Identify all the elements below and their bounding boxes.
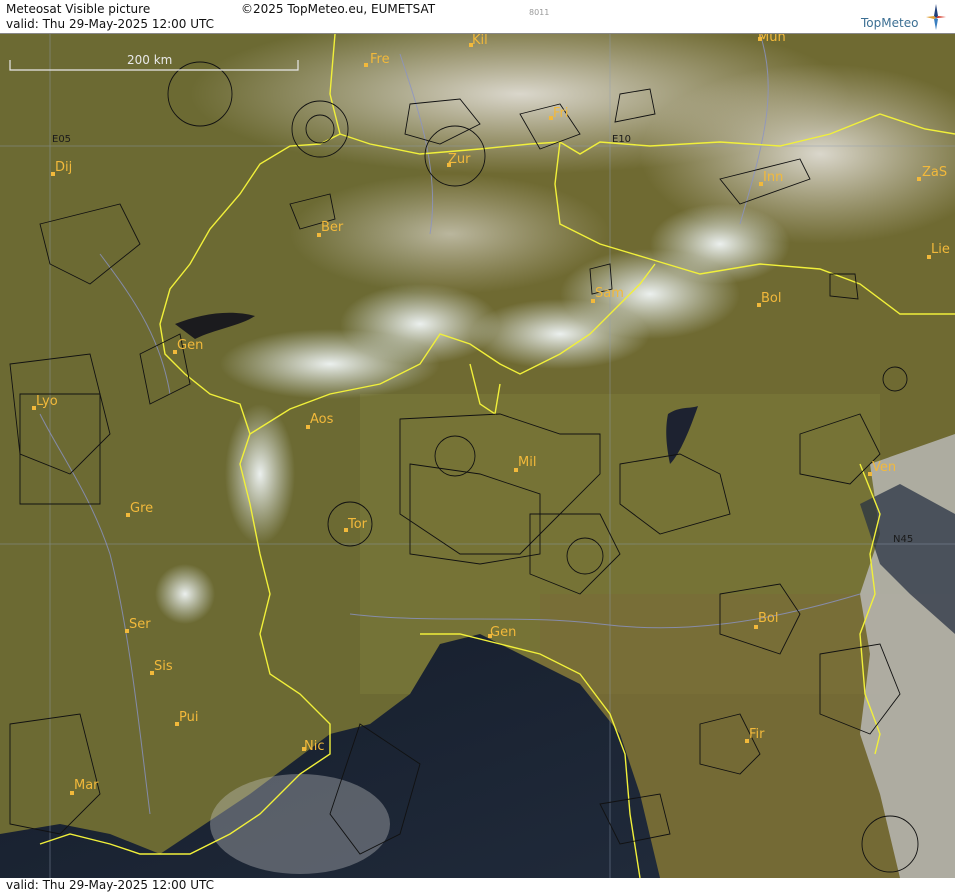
city-nic[interactable]: Nic [302, 739, 324, 754]
svg-text:Kil: Kil [472, 34, 488, 48]
city-mil[interactable]: Mil [514, 455, 536, 472]
svg-text:Fir: Fir [749, 727, 765, 742]
city-bol-north[interactable]: Bol [757, 291, 781, 307]
city-sis[interactable]: Sis [150, 659, 173, 675]
city-mar[interactable]: Mar [70, 778, 99, 795]
svg-text:Gen: Gen [490, 625, 516, 640]
map-canvas[interactable]: E05 E10 N45 200 km Fre Kil Mun Dij Fri Z… [0, 34, 955, 878]
svg-text:Inn: Inn [763, 170, 783, 185]
city-pui[interactable]: Pui [175, 710, 198, 726]
city-lyo[interactable]: Lyo [32, 394, 58, 410]
city-ber[interactable]: Ber [317, 220, 344, 237]
satellite-map[interactable]: E05 E10 N45 200 km Fre Kil Mun Dij Fri Z… [0, 34, 955, 878]
valid-time: valid: Thu 29-May-2025 12:00 UTC [6, 17, 215, 31]
svg-text:Bol: Bol [758, 611, 778, 626]
city-gen-ch[interactable]: Gen [173, 338, 203, 354]
svg-text:ZaS: ZaS [922, 165, 947, 180]
city-zas[interactable]: ZaS [917, 165, 947, 181]
city-zur[interactable]: Zur [447, 152, 471, 167]
city-aos[interactable]: Aos [306, 412, 334, 429]
city-ven[interactable]: Ven [868, 460, 896, 476]
sea-cloud [210, 774, 390, 874]
svg-text:Fri: Fri [553, 106, 569, 121]
svg-text:Dij: Dij [55, 160, 72, 175]
svg-text:Bol: Bol [761, 291, 781, 306]
city-ser[interactable]: Ser [125, 617, 151, 633]
svg-text:Mar: Mar [74, 778, 99, 793]
city-sam[interactable]: Sam [591, 286, 624, 303]
svg-text:Lie: Lie [931, 242, 950, 257]
city-inn[interactable]: Inn [759, 170, 783, 186]
svg-text:Pui: Pui [179, 710, 198, 725]
svg-text:Mun: Mun [758, 34, 786, 45]
svg-text:Fre: Fre [370, 52, 390, 67]
svg-text:Ser: Ser [129, 617, 151, 632]
map-title: Meteosat Visible picture [6, 2, 151, 16]
svg-text:Mil: Mil [518, 455, 536, 470]
brand-name[interactable]: TopMeteo [861, 16, 918, 30]
copyright: ©2025 TopMeteo.eu, EUMETSAT [241, 2, 436, 16]
svg-text:Zur: Zur [448, 152, 471, 167]
svg-text:Gen: Gen [177, 338, 203, 353]
city-tor[interactable]: Tor [344, 517, 368, 532]
scale-bar-label: 200 km [127, 53, 172, 67]
svg-text:Sam: Sam [595, 286, 624, 301]
grid-label-e05: E05 [52, 134, 71, 145]
city-mun[interactable]: Mun [758, 34, 786, 45]
footer-valid-time: valid: Thu 29-May-2025 12:00 UTC [6, 878, 215, 892]
grid-label-n45: N45 [893, 534, 913, 545]
svg-text:Lyo: Lyo [36, 394, 58, 409]
svg-text:Tor: Tor [347, 517, 368, 532]
svg-text:Ven: Ven [872, 460, 896, 475]
svg-text:Ber: Ber [321, 220, 344, 235]
city-kil[interactable]: Kil [469, 34, 488, 48]
city-fir[interactable]: Fir [745, 727, 765, 743]
map-footer: valid: Thu 29-May-2025 12:00 UTC [0, 878, 955, 893]
svg-text:Aos: Aos [310, 412, 334, 427]
svg-text:Sis: Sis [154, 659, 173, 674]
map-header: Meteosat Visible picture valid: Thu 29-M… [0, 0, 955, 34]
grid-label-e10: E10 [612, 134, 631, 145]
city-dij[interactable]: Dij [51, 160, 72, 176]
compass-icon [926, 4, 946, 30]
city-gen-it[interactable]: Gen [488, 625, 516, 640]
city-gre[interactable]: Gre [126, 501, 153, 517]
svg-text:Nic: Nic [304, 739, 324, 754]
product-code: 8011 [529, 8, 550, 17]
svg-text:Gre: Gre [130, 501, 153, 516]
city-lie[interactable]: Lie [927, 242, 950, 259]
